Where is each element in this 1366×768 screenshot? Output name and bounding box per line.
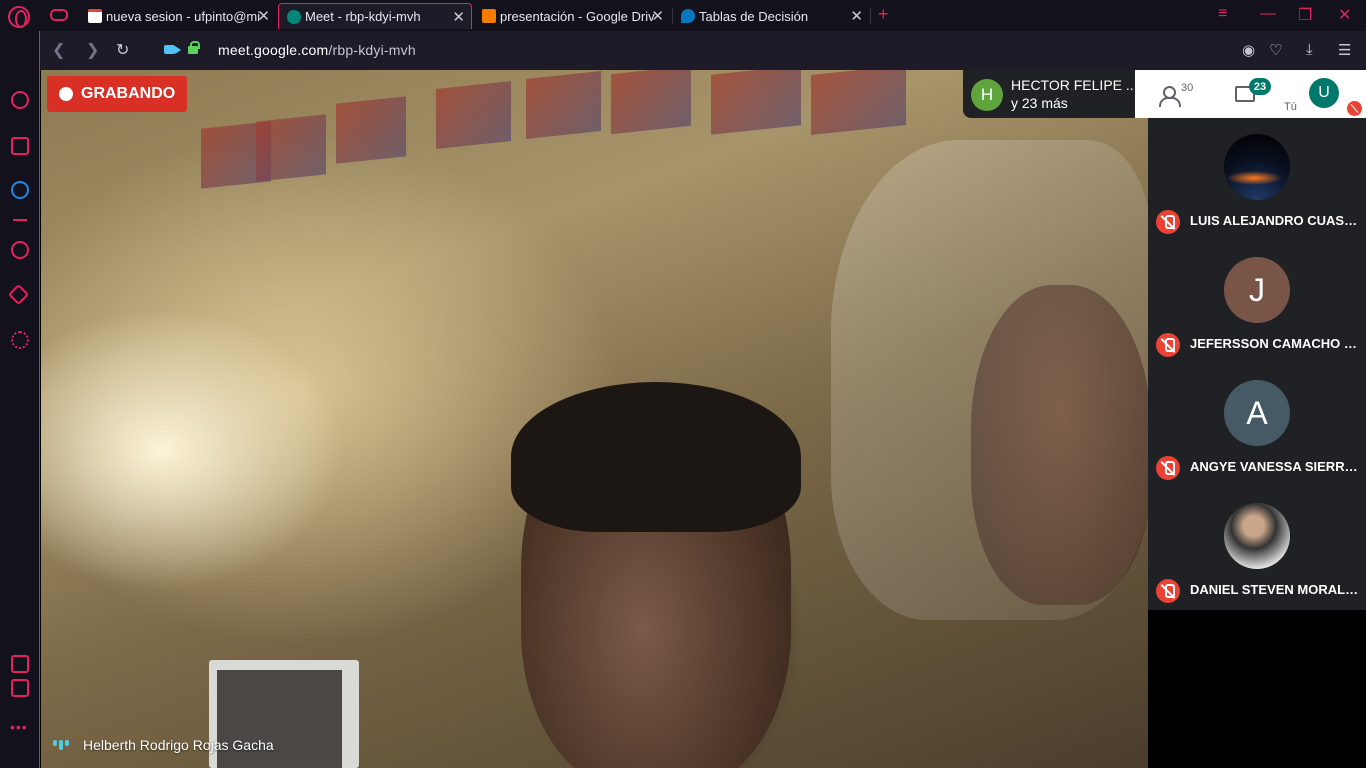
- sidebar-divider: [13, 219, 27, 221]
- close-tab-icon[interactable]: ✕: [850, 7, 863, 25]
- speaker-name: Helberth Rodrigo Rojas Gacha: [83, 737, 274, 753]
- meeting-host-chip[interactable]: H HECTOR FELIPE ... y 23 más: [963, 70, 1138, 118]
- extensions-icon[interactable]: [7, 283, 30, 306]
- participant-avatar: [1224, 134, 1290, 200]
- host-more: y 23 más: [1011, 95, 1068, 111]
- speaker-name-label: Helberth Rodrigo Rojas Gacha: [53, 737, 274, 753]
- tab-title: Meet - rbp-kdyi-mvh: [305, 9, 421, 24]
- participant-avatar: J: [1224, 257, 1290, 323]
- speed-dial-icon[interactable]: [11, 91, 29, 109]
- close-tab-icon[interactable]: ✕: [651, 7, 664, 25]
- tab-meet[interactable]: Meet - rbp-kdyi-mvh ✕: [278, 3, 472, 29]
- mic-off-icon: [1156, 579, 1180, 603]
- participant-grid: LUIS ALEJANDRO CUASQ... J JEFERSSON CAMA…: [1148, 118, 1366, 610]
- meet-icon: [287, 9, 301, 24]
- heart-icon[interactable]: ♡: [1269, 41, 1282, 59]
- mic-off-icon: [1156, 333, 1180, 357]
- empty-panel-area: [1148, 610, 1366, 768]
- tab-decision-tables[interactable]: Tablas de Decisión ✕: [673, 3, 869, 29]
- participant-name: LUIS ALEJANDRO CUASQ...: [1190, 213, 1362, 228]
- mic-off-icon: [1156, 456, 1180, 480]
- opera-logo-icon[interactable]: [8, 6, 30, 28]
- host-name: HECTOR FELIPE ...: [1011, 77, 1138, 93]
- wall-poster: [436, 81, 511, 149]
- messenger-icon[interactable]: [11, 181, 29, 199]
- wall-poster: [811, 70, 906, 135]
- meet-call-area: GRABANDO Helberth Rodrigo Rojas Gacha H …: [41, 70, 1366, 768]
- mic-off-icon: [1156, 210, 1180, 234]
- participant-tile[interactable]: DANIEL STEVEN MORALE...: [1148, 487, 1366, 610]
- gmail-icon: [88, 9, 102, 23]
- new-tab-button[interactable]: +: [878, 4, 889, 25]
- tab-divider: [870, 8, 871, 24]
- people-icon[interactable]: [1159, 86, 1183, 107]
- forward-button[interactable]: ❯: [86, 40, 99, 60]
- reload-icon[interactable]: ↻: [116, 40, 129, 60]
- gx-control-icon[interactable]: [50, 9, 68, 21]
- wall-poster: [611, 70, 691, 135]
- presentation-icon: [482, 9, 496, 23]
- camera-in-use-icon[interactable]: [164, 45, 181, 54]
- minimize-icon[interactable]: —: [1260, 5, 1276, 23]
- participant-name: DANIEL STEVEN MORALE...: [1190, 582, 1362, 597]
- record-dot-icon: [59, 87, 73, 101]
- tab-title: Tablas de Decisión: [699, 8, 809, 24]
- tab-menu-icon[interactable]: ≡: [1218, 5, 1227, 23]
- people-count: 30: [1181, 82, 1194, 94]
- wall-poster: [711, 70, 801, 135]
- self-muted-icon: [1347, 101, 1362, 116]
- participant-tile[interactable]: A ANGYE VANESSA SIERRA ...: [1148, 364, 1366, 487]
- url-path: /rbp-kdyi-mvh: [328, 42, 416, 58]
- twitch-icon[interactable]: [11, 137, 29, 155]
- participant-avatar: [1224, 503, 1290, 569]
- close-tab-icon[interactable]: ✕: [257, 7, 270, 25]
- close-window-icon[interactable]: ✕: [1338, 5, 1351, 25]
- more-icon[interactable]: •••: [10, 719, 28, 735]
- restore-icon[interactable]: ❐: [1298, 5, 1312, 25]
- url-field[interactable]: meet.google.com/rbp-kdyi-mvh: [218, 42, 416, 58]
- address-bar-row: ❮ ❯ ↻ meet.google.com/rbp-kdyi-mvh ◉ ♡ ⤓…: [40, 31, 1366, 70]
- opera-sidebar: •••: [0, 31, 40, 768]
- wall-poster: [336, 96, 406, 164]
- person-hair: [511, 382, 801, 532]
- tab-gmail[interactable]: nueva sesion - ufpinto@mi ✕: [80, 3, 276, 29]
- snapshot-icon[interactable]: ◉: [1242, 41, 1255, 59]
- participant-tile[interactable]: LUIS ALEJANDRO CUASQ...: [1148, 118, 1366, 241]
- download-icon[interactable]: ⤓: [1306, 41, 1313, 58]
- participant-tile[interactable]: J JEFERSSON CAMACHO R...: [1148, 241, 1366, 364]
- back-button[interactable]: ❮: [52, 40, 65, 60]
- drupal-icon: [681, 9, 695, 23]
- ram-limiter-icon[interactable]: [11, 655, 29, 673]
- participant-avatar: A: [1224, 380, 1290, 446]
- plastic-bag-shape: [831, 140, 1151, 620]
- meet-top-toolbar: 30 23 Tú U: [1135, 70, 1366, 118]
- url-domain: meet.google.com: [218, 42, 329, 58]
- lock-icon[interactable]: [188, 41, 200, 54]
- recording-label: GRABANDO: [81, 85, 176, 102]
- recording-badge: GRABANDO: [47, 76, 188, 112]
- participant-name: JEFERSSON CAMACHO R...: [1190, 336, 1362, 351]
- participant-name: ANGYE VANESSA SIERRA ...: [1190, 459, 1362, 474]
- tab-strip: nueva sesion - ufpinto@mi ✕ Meet - rbp-k…: [0, 0, 1366, 31]
- settings-gear-icon[interactable]: [11, 331, 29, 349]
- close-tab-icon[interactable]: ✕: [452, 8, 465, 26]
- host-avatar: H: [971, 79, 1003, 111]
- cpu-limiter-icon[interactable]: [11, 679, 29, 697]
- main-speaker-video: GRABANDO Helberth Rodrigo Rojas Gacha: [41, 70, 1151, 768]
- tab-presentation[interactable]: presentación - Google Driv ✕: [474, 3, 670, 29]
- you-label: Tú: [1284, 101, 1297, 113]
- tab-title: presentación - Google Driv: [500, 8, 655, 24]
- audio-wave-icon: [53, 740, 69, 750]
- history-icon[interactable]: [11, 241, 29, 259]
- chat-badge: 23: [1249, 78, 1271, 95]
- tab-title: nueva sesion - ufpinto@mi: [106, 8, 261, 24]
- self-avatar[interactable]: U: [1309, 78, 1339, 108]
- wall-poster: [526, 71, 601, 139]
- easy-setup-icon[interactable]: ☰: [1338, 41, 1351, 59]
- wall-poster: [256, 114, 326, 182]
